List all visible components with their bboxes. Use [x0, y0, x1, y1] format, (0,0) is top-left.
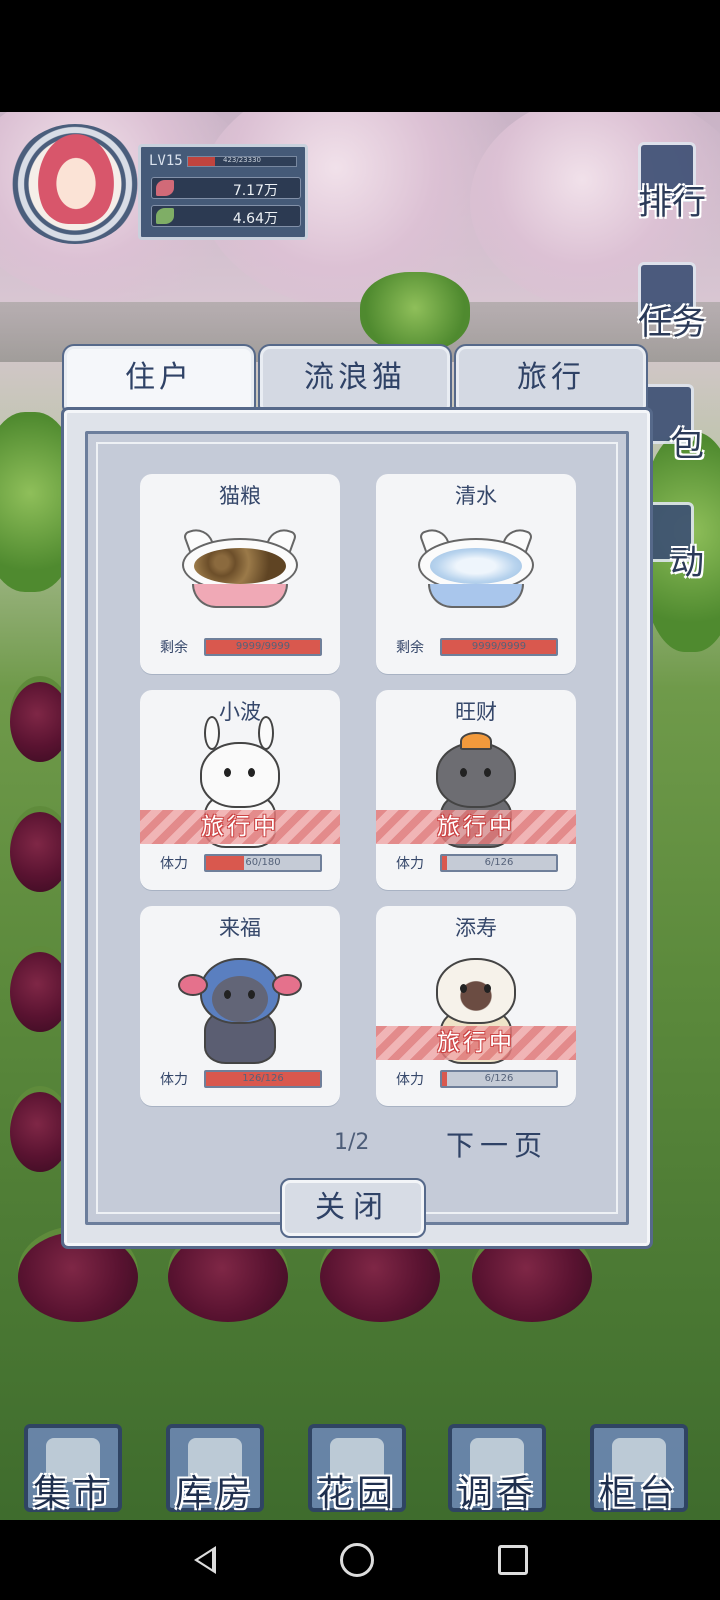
cat-card-laifu[interactable]: 来福 体力 126/126 [140, 906, 340, 1106]
nav-label: 库房 [174, 1473, 255, 1514]
tab-travel[interactable]: 旅行 [454, 344, 648, 412]
ranking-label: 排行 [638, 183, 706, 223]
stat-label: 体力 [160, 856, 188, 872]
page-indicator: 1/2 [334, 1130, 370, 1155]
dialog-inner-frame: 猫粮 剩余 9999/9999 清水 剩余 9999/9999 小波 旅行中 体… [85, 431, 629, 1225]
card-name: 旺财 [455, 700, 497, 724]
next-page-button[interactable]: 下一页 [446, 1124, 548, 1164]
nav-label: 花园 [316, 1473, 397, 1514]
bar-text: 9999/9999 [235, 641, 291, 652]
recents-icon[interactable] [498, 1545, 528, 1575]
stamina-bar: 6/126 [440, 854, 558, 872]
water-bowl-icon [418, 524, 534, 618]
residents-dialog: 猫粮 剩余 9999/9999 清水 剩余 9999/9999 小波 旅行中 体… [61, 407, 653, 1249]
traveling-badge: 旅行中 [376, 810, 576, 844]
task-label: 任务 [638, 303, 706, 343]
nav-label: 集市 [32, 1473, 113, 1514]
costume-cat-icon [178, 950, 302, 1064]
nav-counter[interactable]: 柜台 [584, 1420, 694, 1520]
card-name: 添寿 [455, 916, 497, 940]
cat-card-tianshou[interactable]: 添寿 旅行中 体力 6/126 [376, 906, 576, 1106]
stat-label: 剩余 [396, 640, 424, 656]
remaining-bar: 9999/9999 [440, 638, 558, 656]
close-button[interactable]: 关闭 [280, 1178, 426, 1238]
resource-leaf: 4.64万 [151, 205, 301, 227]
food-bowl-icon [182, 524, 298, 618]
bag-label: 包 [670, 425, 704, 465]
water-card[interactable]: 清水 剩余 9999/9999 [376, 474, 576, 674]
activity-label: 动 [670, 543, 704, 583]
leaf-icon [156, 208, 174, 224]
bar-text: 6/126 [484, 857, 514, 868]
task-button[interactable]: 任务 [610, 262, 706, 343]
nav-perfume[interactable]: 调香 [442, 1420, 552, 1520]
cat-card-xiaobo[interactable]: 小波 旅行中 体力 60/180 [140, 690, 340, 890]
exp-bar: 423/23330 [187, 156, 297, 167]
resource-petal-value: 7.17万 [232, 183, 278, 199]
avatar[interactable] [38, 134, 114, 224]
card-name: 来福 [219, 916, 261, 940]
stat-label: 体力 [160, 1072, 188, 1088]
nav-warehouse[interactable]: 库房 [160, 1420, 270, 1520]
cat-card-wangcai[interactable]: 旺财 旅行中 体力 6/126 [376, 690, 576, 890]
exp-text: 423/23330 [223, 156, 261, 164]
back-icon[interactable] [186, 1540, 226, 1580]
nav-garden[interactable]: 花园 [302, 1420, 412, 1520]
petal-icon [156, 180, 174, 196]
bar-text: 126/126 [242, 1073, 284, 1084]
bottom-nav: 集市 库房 花园 调香 柜台 [18, 1420, 708, 1520]
nav-market[interactable]: 集市 [18, 1420, 128, 1520]
stamina-bar: 126/126 [204, 1070, 322, 1088]
stat-label: 体力 [396, 856, 424, 872]
bar-text: 9999/9999 [471, 641, 527, 652]
stamina-bar: 6/126 [440, 1070, 558, 1088]
system-nav-bar [0, 1520, 720, 1600]
home-icon[interactable] [340, 1543, 374, 1577]
dialog-tabs: 住户 流浪猫 旅行 [62, 344, 650, 412]
nav-label: 调香 [456, 1473, 537, 1514]
nav-label: 柜台 [598, 1473, 679, 1514]
traveling-badge: 旅行中 [376, 1026, 576, 1060]
player-stats-panel: LV15 423/23330 7.17万 4.64万 [138, 144, 308, 240]
remaining-bar: 9999/9999 [204, 638, 322, 656]
card-name: 猫粮 [219, 484, 261, 508]
resource-leaf-value: 4.64万 [232, 211, 278, 227]
ranking-button[interactable]: 排行 [610, 142, 706, 223]
bar-text: 6/126 [484, 1073, 514, 1084]
stamina-bar: 60/180 [204, 854, 322, 872]
stat-label: 剩余 [160, 640, 188, 656]
resource-petal: 7.17万 [151, 177, 301, 199]
stat-label: 体力 [396, 1072, 424, 1088]
tab-residents[interactable]: 住户 [62, 344, 256, 412]
card-name: 小波 [219, 700, 261, 724]
player-level: LV15 [149, 153, 183, 169]
card-name: 清水 [455, 484, 497, 508]
traveling-badge: 旅行中 [140, 810, 340, 844]
player-card[interactable]: LV15 423/23330 7.17万 4.64万 [10, 124, 310, 244]
tab-stray-cats[interactable]: 流浪猫 [258, 344, 452, 412]
cat-food-card[interactable]: 猫粮 剩余 9999/9999 [140, 474, 340, 674]
bar-text: 60/180 [245, 857, 281, 868]
